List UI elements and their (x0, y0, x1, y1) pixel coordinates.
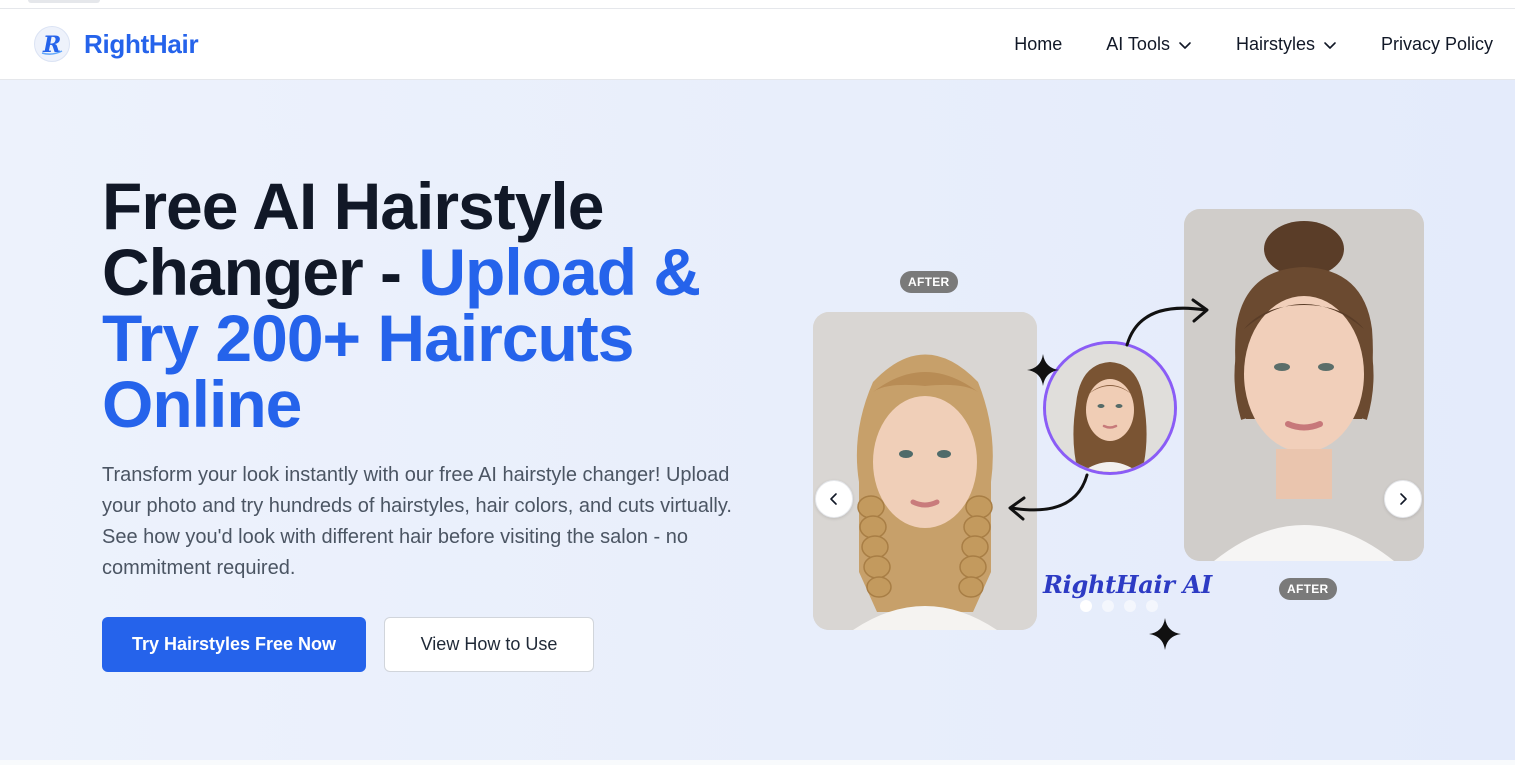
carousel-dot-4[interactable] (1146, 600, 1158, 612)
try-hairstyles-button[interactable]: Try Hairstyles Free Now (102, 617, 366, 672)
nav-privacy-policy[interactable]: Privacy Policy (1381, 34, 1493, 55)
carousel-pagination (1080, 600, 1168, 612)
brand-watermark: RightHair AI (1043, 570, 1212, 599)
main-navigation: Home AI Tools Hairstyles Privacy Policy (970, 9, 1493, 80)
nav-home-label: Home (1014, 34, 1063, 54)
after-photo-braids (813, 312, 1037, 630)
chevron-down-icon (1323, 38, 1337, 52)
nav-home[interactable]: Home (1014, 34, 1062, 55)
hero-section: Free AI Hairstyle Changer - Upload & Try… (0, 80, 1515, 760)
browser-tab-stub (28, 0, 100, 3)
chevron-right-icon (1400, 493, 1407, 505)
carousel-prev-button[interactable] (815, 480, 853, 518)
carousel-dot-2[interactable] (1102, 600, 1114, 612)
sparkle-icon (1149, 618, 1181, 650)
hero-description: Transform your look instantly with our f… (102, 464, 732, 579)
view-how-to-use-button[interactable]: View How to Use (384, 617, 594, 672)
nav-ai-tools[interactable]: AI Tools (1106, 34, 1192, 55)
chevron-down-icon (1178, 38, 1192, 52)
after-badge: AFTER (1279, 578, 1337, 600)
nav-privacy-policy-label: Privacy Policy (1380, 34, 1493, 54)
chevron-left-icon (830, 493, 837, 505)
hero-title: Free AI Hairstyle Changer - Upload & Try… (102, 173, 762, 437)
hairstyle-carousel: AFTER AFTER RightHair AI (790, 200, 1450, 650)
nav-hairstyles[interactable]: Hairstyles (1236, 34, 1337, 55)
browser-top-strip (0, 0, 1515, 9)
righthair-logo-icon: R (34, 26, 70, 62)
sparkle-icon (1027, 354, 1059, 386)
carousel-dot-1[interactable] (1080, 600, 1092, 612)
original-photo-thumbnail (1043, 341, 1177, 475)
nav-ai-tools-label: AI Tools (1106, 34, 1170, 54)
next-section-edge (0, 760, 1515, 765)
carousel-next-button[interactable] (1384, 480, 1422, 518)
after-badge: AFTER (900, 271, 958, 293)
carousel-dot-3[interactable] (1124, 600, 1136, 612)
nav-hairstyles-label: Hairstyles (1235, 34, 1315, 54)
brand-name: RightHair (84, 28, 199, 59)
brand-logo-link[interactable]: R RightHair (34, 26, 199, 62)
site-header: R RightHair Home AI Tools Hairstyles Pri… (0, 9, 1515, 80)
